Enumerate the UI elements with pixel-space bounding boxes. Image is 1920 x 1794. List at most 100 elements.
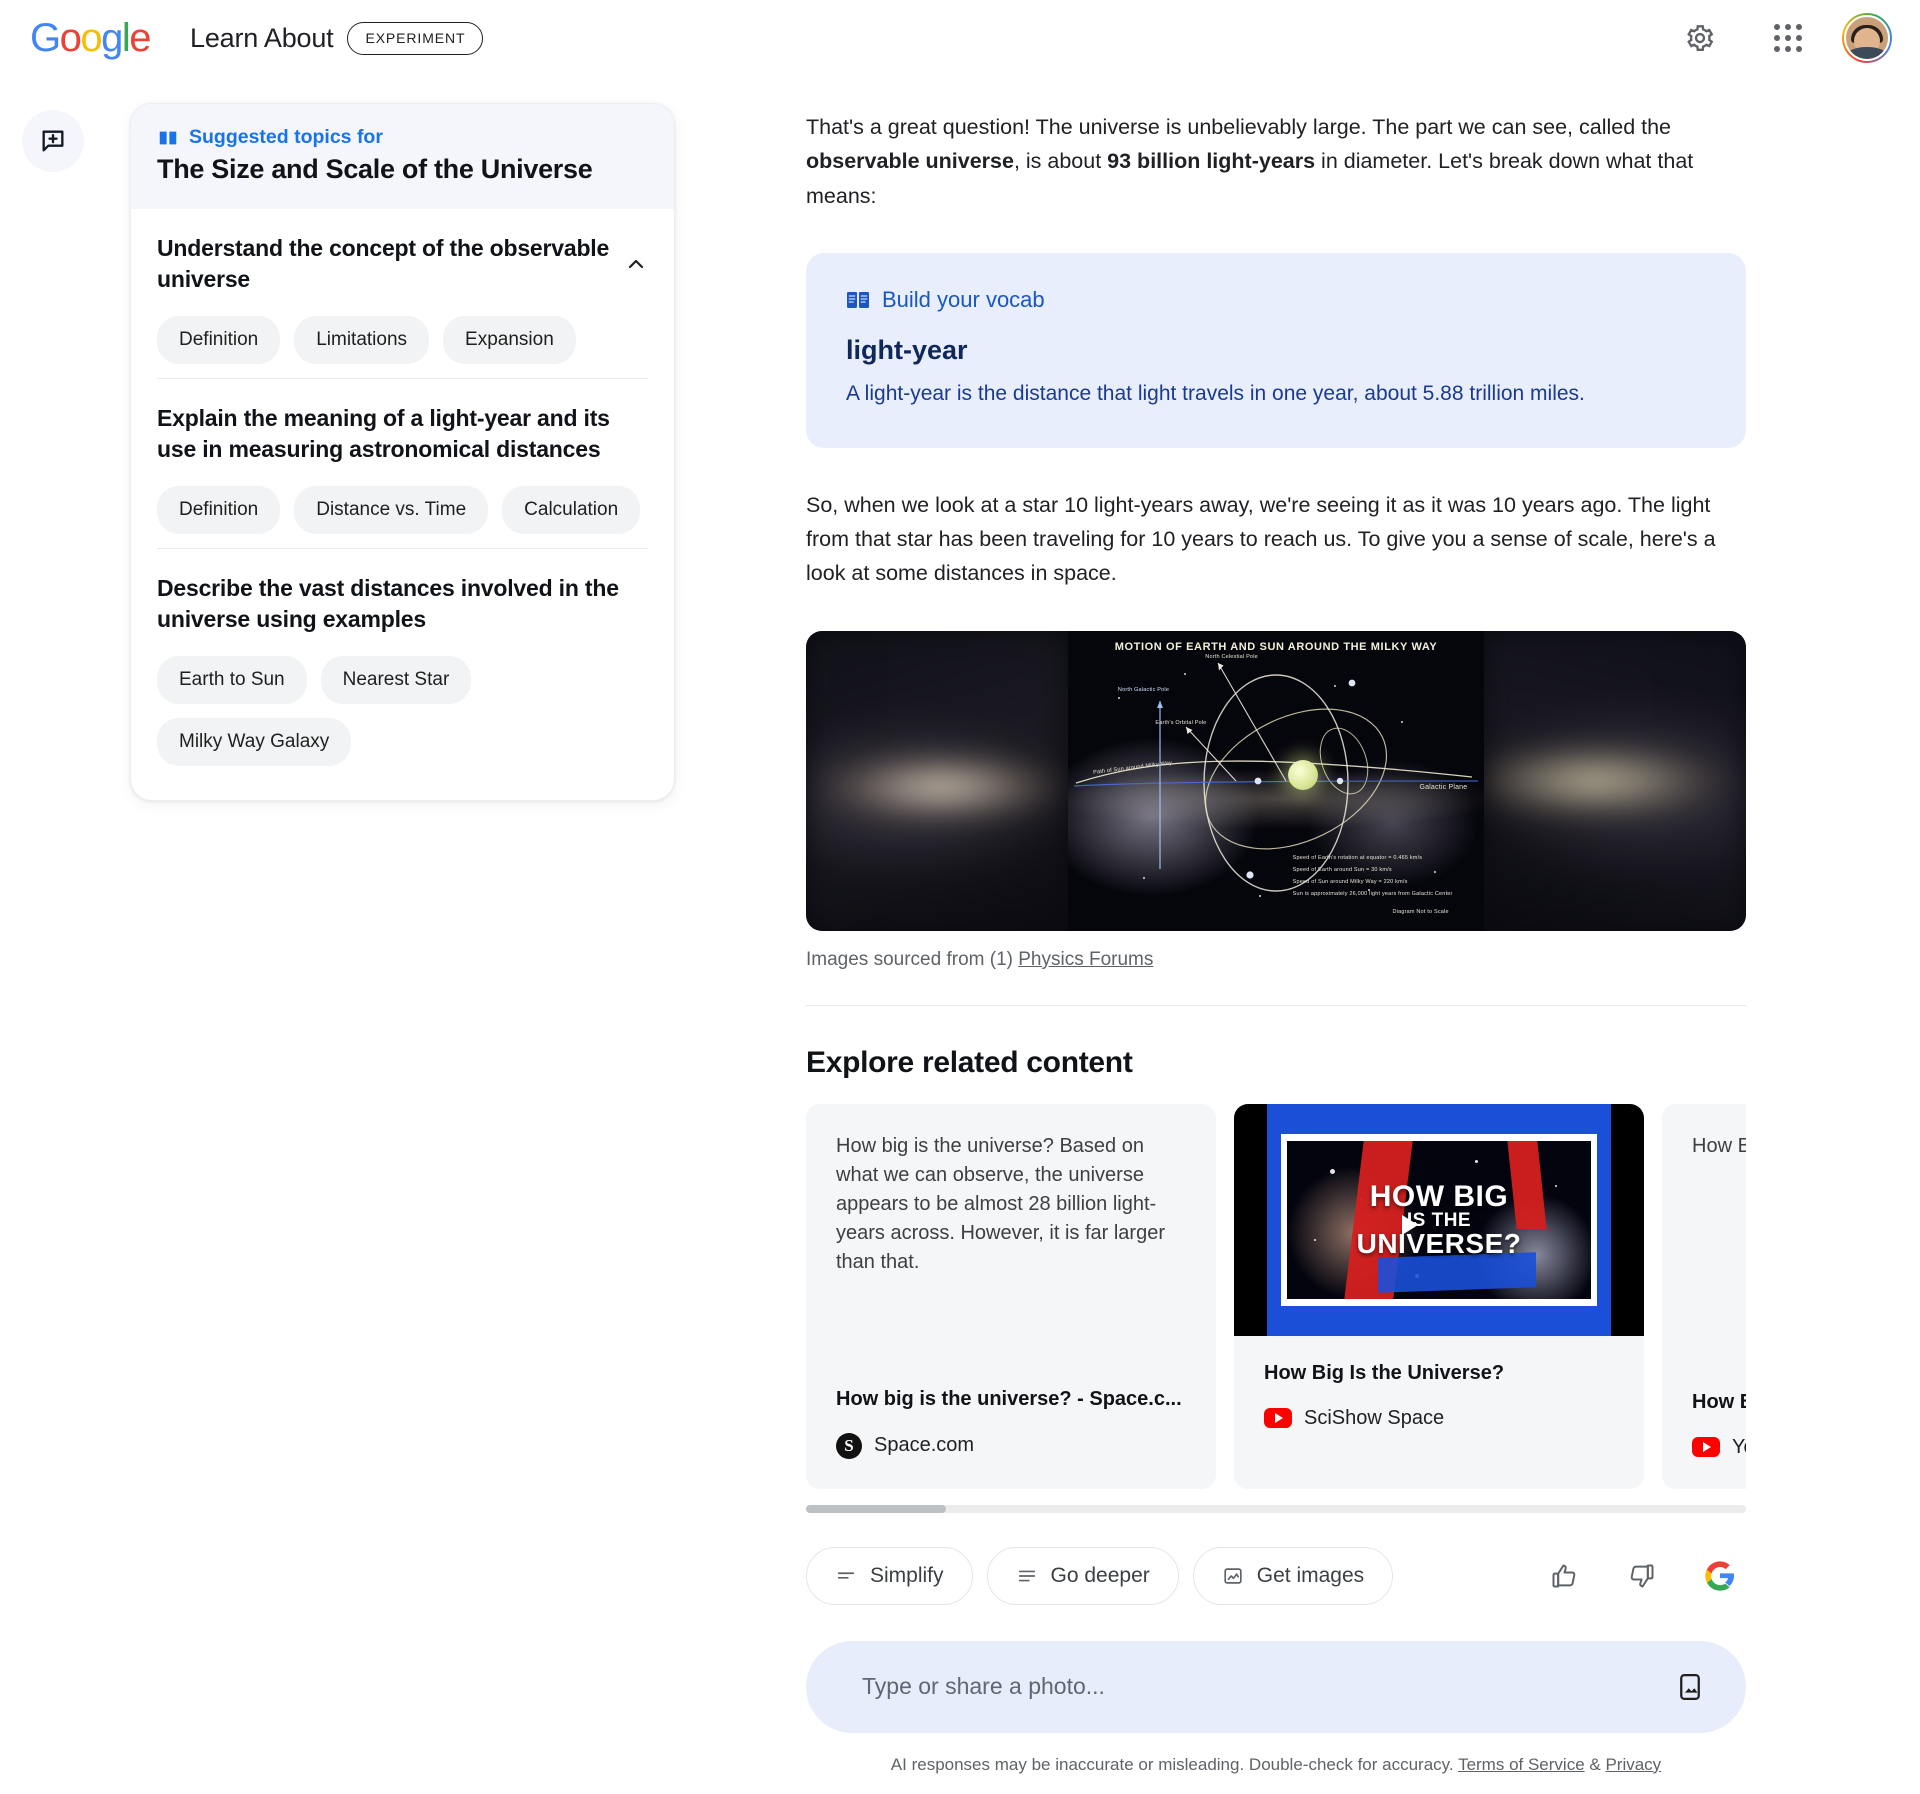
privacy-link[interactable]: Privacy: [1605, 1755, 1661, 1774]
milky-way-diagram-image[interactable]: MOTION OF EARTH AND SUN AROUND THE MILKY…: [806, 630, 1746, 931]
simplify-lines-icon: [837, 1572, 855, 1579]
image-credit: Images sourced from (1) Physics Forums: [806, 949, 1746, 971]
main-content: That's a great question! The universe is…: [806, 110, 1746, 1775]
go-deeper-label: Go deeper: [1050, 1563, 1150, 1587]
thumbs-up-button[interactable]: [1538, 1550, 1590, 1602]
thumb-line-3: UNIVERSE?: [1356, 1228, 1522, 1260]
disclaimer-text: AI responses may be inaccurate or mislea…: [890, 1754, 1459, 1774]
settings-button[interactable]: [1674, 12, 1726, 64]
hero-label-ngp: North Galactic Pole: [1117, 686, 1170, 693]
app-header: Google Learn About EXPERIMENT: [0, 0, 1920, 76]
related-card-footer: How big is the universe? - Space.c... S …: [806, 1388, 1216, 1489]
topic-chip[interactable]: Limitations: [294, 316, 430, 365]
new-conversation-icon: [42, 130, 64, 152]
related-card[interactable]: How big is the universe? Based on what w…: [806, 1103, 1216, 1489]
go-deeper-button[interactable]: Go deeper: [986, 1546, 1179, 1605]
terms-of-service-link[interactable]: Terms of Service: [1458, 1755, 1585, 1774]
vocab-eyebrow-label: Build your vocab: [882, 287, 1045, 313]
response-actions: Simplify Go deeper Get images: [806, 1546, 1746, 1605]
hero-footnote-3: Speed of Sun around Milky Way = 220 km/s: [1292, 878, 1408, 885]
related-card-source: SciShow Space: [1264, 1407, 1614, 1430]
app-root: Google Learn About EXPERIMENT Suggested …: [0, 0, 1920, 1794]
youtube-logo-icon: [1692, 1437, 1720, 1458]
suggested-topics-title: The Size and Scale of the Universe: [157, 154, 593, 184]
hero-footnote-2: Speed of Earth around Sun = 30 km/s: [1292, 866, 1392, 873]
topic-chip[interactable]: Definition: [157, 316, 281, 365]
vocab-eyebrow: Build your vocab: [846, 287, 1706, 313]
hero-blur-right: [1484, 630, 1746, 931]
related-card-footer: How Big Is the Universe? SciShow Space: [1234, 1336, 1644, 1460]
simplify-button[interactable]: Simplify: [806, 1546, 973, 1605]
hero-footnote-4: Sun is approximately 26,000 light years …: [1292, 890, 1453, 897]
new-conversation-button[interactable]: [22, 110, 84, 172]
explore-related-content-title: Explore related content: [806, 1045, 1133, 1079]
image-credit-link[interactable]: Physics Forums: [1018, 949, 1153, 970]
hero-footnote-1: Speed of Earth's rotation at equator = 0…: [1292, 854, 1423, 861]
avatar: [1844, 15, 1890, 61]
google-g-icon: [1705, 1561, 1734, 1591]
suggested-topics-card: Suggested topics for The Size and Scale …: [130, 103, 675, 802]
composer-attach-image-button[interactable]: [1668, 1665, 1712, 1709]
hero-label-ncp: North Celestial Pole: [1205, 653, 1258, 660]
chevron-up-icon[interactable]: [624, 252, 648, 276]
suggested-topics-eyebrow-label: Suggested topics for: [189, 126, 383, 148]
open-book-icon: [159, 131, 177, 144]
play-icon[interactable]: [1402, 1215, 1419, 1236]
account-avatar-button[interactable]: [1842, 13, 1892, 63]
related-card-snippet: How big is the universe? Based on what w…: [836, 1134, 1165, 1273]
topic-chip-list: Definition Distance vs. Time Calculation: [157, 486, 648, 535]
video-thumb-space: HOW BIG IS THE UNIVERSE?: [1286, 1140, 1592, 1299]
topic-chip[interactable]: Nearest Star: [320, 656, 472, 705]
related-card-title: How Big Is the Universe?: [1264, 1361, 1505, 1384]
related-card-footer: How B Yo: [1662, 1391, 1746, 1489]
suggested-topics-body: Understand the concept of the observable…: [131, 209, 674, 800]
related-card-source-label: Yo: [1732, 1435, 1746, 1458]
composer-input[interactable]: Type or share a photo...: [862, 1673, 1668, 1700]
related-card-source: S Space.com: [836, 1432, 1186, 1459]
thumbs-down-icon: [1630, 1564, 1654, 1588]
related-card[interactable]: How B at the call h the va Moon How B Yo: [1662, 1103, 1746, 1489]
related-cards-scrollbar[interactable]: [806, 1504, 1746, 1513]
scrollbar-thumb[interactable]: [806, 1504, 946, 1513]
composer-bar[interactable]: Type or share a photo...: [806, 1640, 1746, 1733]
topic-chip[interactable]: Calculation: [502, 486, 641, 535]
scale-paragraph: So, when we look at a star 10 light-year…: [806, 492, 1716, 586]
google-apps-button[interactable]: [1762, 12, 1814, 64]
suggested-topics-header[interactable]: Suggested topics for The Size and Scale …: [131, 104, 674, 209]
open-book-icon: [847, 291, 869, 308]
related-card-source: Yo: [1692, 1436, 1746, 1459]
topic-chip[interactable]: Milky Way Galaxy: [157, 718, 352, 767]
topic-heading: Understand the concept of the observable…: [157, 235, 610, 292]
thumbs-down-button[interactable]: [1616, 1550, 1668, 1602]
intro-text-1: That's a great question! The universe is…: [806, 115, 1672, 139]
experiment-badge: EXPERIMENT: [347, 21, 484, 55]
topic-chip[interactable]: Distance vs. Time: [294, 486, 489, 535]
related-card[interactable]: HOW BIG IS THE UNIVERSE? How Big Is the …: [1234, 1103, 1644, 1489]
google-search-button[interactable]: [1694, 1550, 1746, 1602]
suggested-topics-eyebrow: Suggested topics for: [157, 126, 648, 149]
hero-blur-left: [806, 630, 1068, 931]
section-divider: [806, 1004, 1746, 1006]
topic-chip[interactable]: Expansion: [443, 316, 576, 365]
topic-heading: Explain the meaning of a light-year and …: [157, 405, 610, 462]
video-thumb-text: HOW BIG IS THE UNIVERSE?: [1356, 1180, 1522, 1260]
go-deeper-lines-icon: [1018, 1570, 1035, 1582]
intro-text-2: , is about: [1013, 149, 1108, 174]
image-credit-prefix: Images sourced from (1): [806, 948, 1019, 970]
related-card-source-label: Space.com: [874, 1434, 975, 1457]
apps-grid-icon: [1774, 24, 1802, 52]
build-your-vocab-card: Build your vocab light-year A light-year…: [806, 253, 1746, 448]
related-cards-viewport: How big is the universe? Based on what w…: [806, 1103, 1746, 1489]
get-images-button[interactable]: Get images: [1192, 1546, 1394, 1605]
topic-chip[interactable]: Definition: [157, 486, 281, 535]
video-thumbnail: HOW BIG IS THE UNIVERSE?: [1234, 1103, 1644, 1336]
topic-chip[interactable]: Earth to Sun: [157, 656, 307, 705]
video-thumb-frame: HOW BIG IS THE UNIVERSE?: [1266, 1103, 1612, 1336]
gear-icon: [1687, 25, 1714, 51]
google-logo[interactable]: Google: [30, 18, 151, 58]
thumb-line-1: HOW BIG: [1369, 1180, 1509, 1214]
ai-disclaimer: AI responses may be inaccurate or mislea…: [806, 1755, 1746, 1775]
thumbs-up-icon: [1552, 1564, 1576, 1588]
youtube-logo-icon: [1264, 1408, 1292, 1429]
hero-label-eop: Earth's Orbital Pole: [1155, 719, 1207, 726]
